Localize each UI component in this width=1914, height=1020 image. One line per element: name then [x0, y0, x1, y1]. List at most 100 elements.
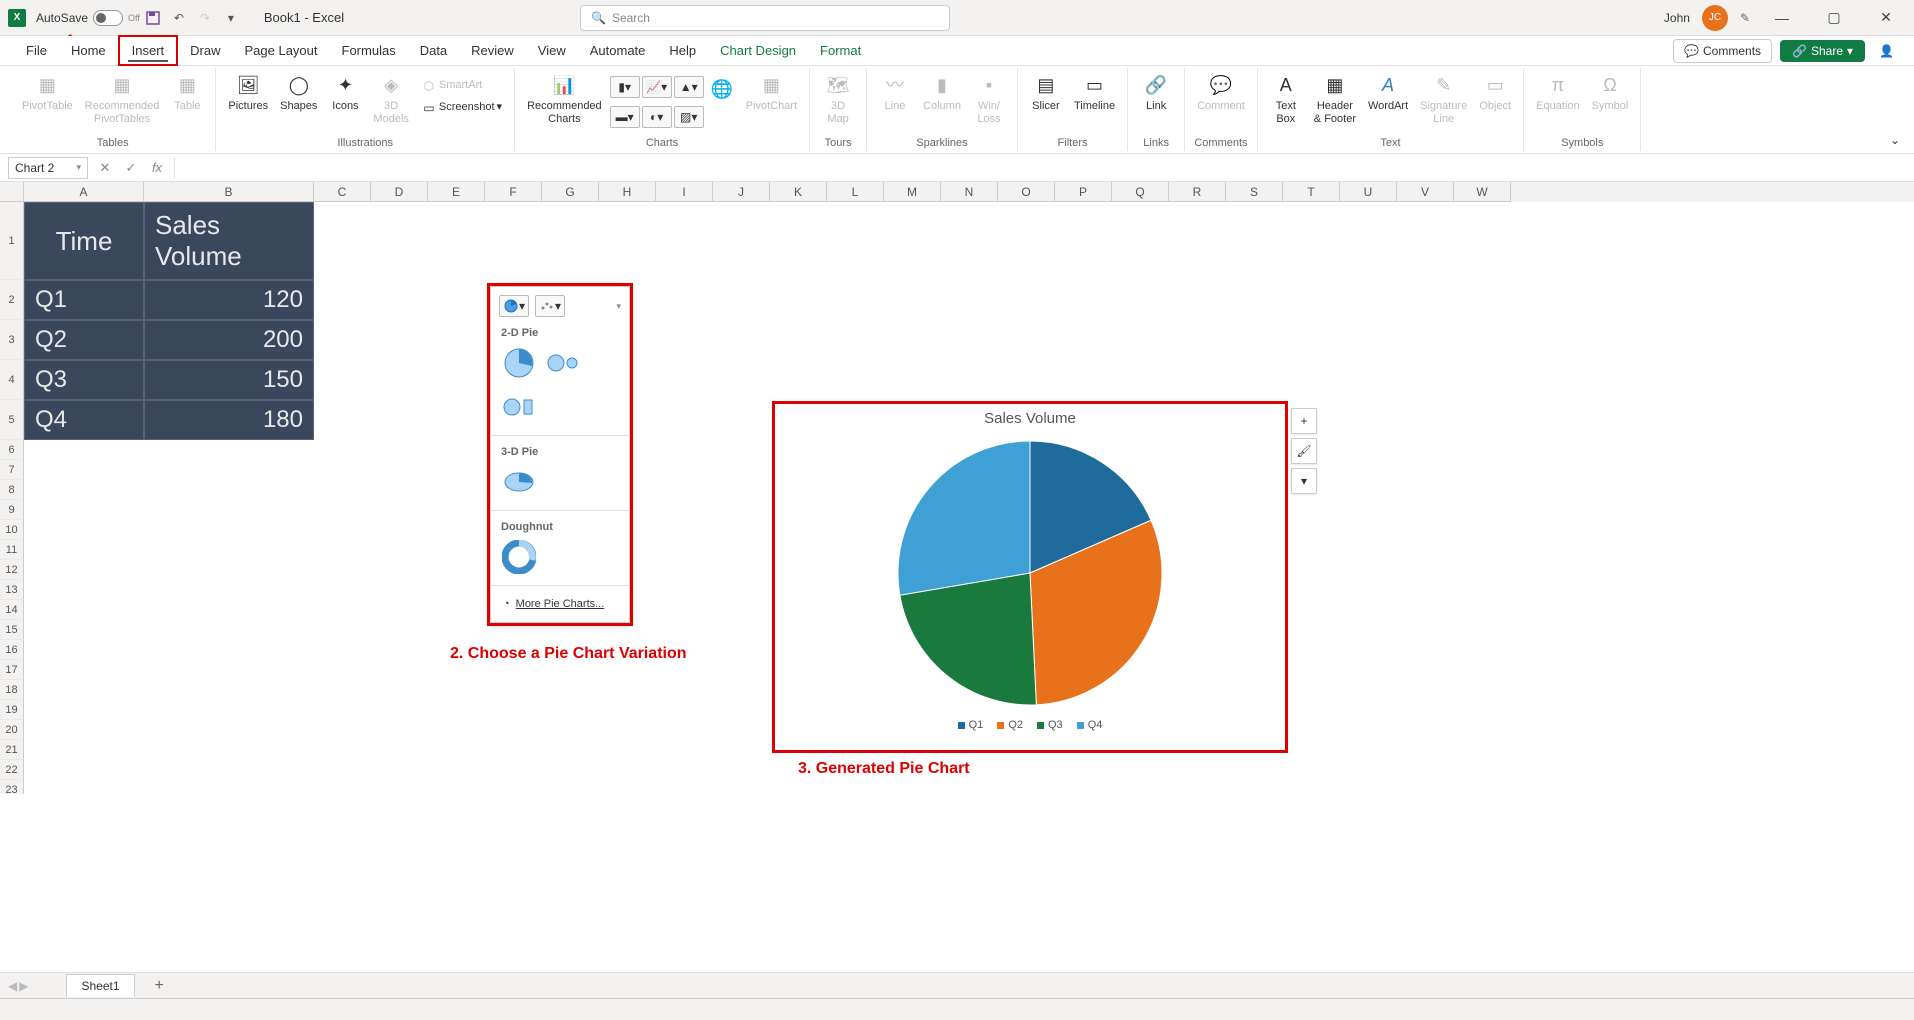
close-button[interactable]: ✕	[1866, 0, 1906, 36]
col-header[interactable]: M	[884, 182, 941, 202]
maps-button[interactable]: 🌐	[706, 76, 738, 104]
col-header[interactable]: F	[485, 182, 542, 202]
row-header[interactable]: 10	[0, 520, 24, 540]
row-header[interactable]: 23	[0, 780, 24, 794]
tab-formulas[interactable]: Formulas	[330, 37, 408, 64]
collapse-ribbon-icon[interactable]: ⌄	[1886, 68, 1904, 151]
row-header[interactable]: 12	[0, 560, 24, 580]
tab-data[interactable]: Data	[408, 37, 459, 64]
doughnut-option[interactable]	[501, 539, 537, 575]
row-header[interactable]: 18	[0, 680, 24, 700]
col-header[interactable]: D	[371, 182, 428, 202]
sparkline-line-button[interactable]: 〰Line	[875, 72, 915, 115]
col-header[interactable]: B	[144, 182, 314, 202]
row-header[interactable]: 6	[0, 440, 24, 460]
textbox-button[interactable]: AText Box	[1266, 72, 1306, 128]
tab-insert[interactable]: Insert	[118, 35, 179, 66]
3dmap-button[interactable]: 🗺3D Map	[818, 72, 858, 128]
pie-chart-plot[interactable]	[890, 433, 1170, 713]
link-button[interactable]: 🔗Link	[1136, 72, 1176, 115]
row-header[interactable]: 22	[0, 760, 24, 780]
row-header[interactable]: 19	[0, 700, 24, 720]
maximize-button[interactable]: ▢	[1814, 0, 1854, 36]
screenshot-button[interactable]: ▭Screenshot ▾	[417, 98, 506, 118]
sheet-tab[interactable]: Sheet1	[66, 974, 134, 997]
bar-of-pie-option[interactable]	[501, 389, 537, 425]
row-header[interactable]: 3	[0, 320, 24, 360]
pivotchart-button[interactable]: ▦PivotChart	[742, 72, 801, 115]
tab-home[interactable]: Home	[59, 37, 118, 64]
table-cell-value[interactable]: 180	[144, 400, 314, 440]
row-header[interactable]: 21	[0, 740, 24, 760]
account-icon[interactable]: 👤	[1873, 44, 1900, 58]
toggle-icon[interactable]	[93, 10, 123, 26]
object-button[interactable]: ▭Object	[1475, 72, 1515, 115]
formula-bar[interactable]	[174, 157, 1914, 179]
col-header[interactable]: W	[1454, 182, 1511, 202]
col-header[interactable]: U	[1340, 182, 1397, 202]
tab-view[interactable]: View	[526, 37, 578, 64]
pivottable-button[interactable]: ▦PivotTable	[18, 72, 77, 115]
tab-page-layout[interactable]: Page Layout	[233, 37, 330, 64]
row-header[interactable]: 7	[0, 460, 24, 480]
tab-review[interactable]: Review	[459, 37, 526, 64]
3dmodels-button[interactable]: ◈3D Models	[369, 72, 412, 128]
enter-formula-icon[interactable]: ✓	[120, 157, 142, 179]
tab-file[interactable]: File	[14, 37, 59, 64]
sheet-prev-icon[interactable]: ◀	[8, 979, 17, 993]
share-button[interactable]: 🔗 Share ▾	[1780, 40, 1865, 62]
col-header[interactable]: L	[827, 182, 884, 202]
col-header[interactable]: O	[998, 182, 1055, 202]
autosave-toggle[interactable]: AutoSave Off	[36, 10, 140, 26]
table-cell-value[interactable]: 200	[144, 320, 314, 360]
chart-legend[interactable]: Q1Q2Q3Q4	[775, 713, 1285, 737]
col-header[interactable]: I	[656, 182, 713, 202]
tab-format[interactable]: Format	[808, 37, 873, 64]
row-header[interactable]: 5	[0, 400, 24, 440]
search-input[interactable]: 🔍 Search	[580, 5, 950, 31]
col-header[interactable]: G	[542, 182, 599, 202]
sparkline-column-button[interactable]: ▮Column	[919, 72, 965, 115]
table-cell-value[interactable]: 120	[144, 280, 314, 320]
symbol-button[interactable]: ΩSymbol	[1588, 72, 1633, 115]
spreadsheet-grid[interactable]: ABCDEFGHIJKLMNOPQRSTUVW 1234567891011121…	[0, 182, 1914, 794]
row-header[interactable]: 15	[0, 620, 24, 640]
row-header[interactable]: 1	[0, 202, 24, 280]
legend-item[interactable]: Q3	[1037, 719, 1063, 731]
col-header[interactable]: T	[1283, 182, 1340, 202]
redo-icon[interactable]: ↷	[195, 8, 215, 28]
select-all-corner[interactable]	[0, 182, 24, 202]
table-cell-time[interactable]: Q2	[24, 320, 144, 360]
qat-dropdown-icon[interactable]: ▾	[221, 8, 241, 28]
signature-button[interactable]: ✎Signature Line	[1416, 72, 1471, 128]
chart-filters-button[interactable]: ▾	[1291, 468, 1317, 494]
tab-chart-design[interactable]: Chart Design	[708, 37, 808, 64]
tab-automate[interactable]: Automate	[578, 37, 658, 64]
icons-button[interactable]: ✦Icons	[325, 72, 365, 115]
name-box[interactable]: Chart 2▾	[8, 157, 88, 179]
col-header[interactable]: V	[1397, 182, 1454, 202]
area-chart-button[interactable]: ▲▾	[674, 76, 704, 98]
row-header[interactable]: 13	[0, 580, 24, 600]
table-cell-time[interactable]: Q3	[24, 360, 144, 400]
headerfooter-button[interactable]: ▦Header & Footer	[1310, 72, 1360, 128]
pictures-button[interactable]: 🖼Pictures	[224, 72, 272, 115]
legend-item[interactable]: Q4	[1077, 719, 1103, 731]
pie-3d-option[interactable]	[501, 464, 537, 500]
cancel-formula-icon[interactable]: ✕	[94, 157, 116, 179]
col-header[interactable]: A	[24, 182, 144, 202]
col-header[interactable]: N	[941, 182, 998, 202]
col-header[interactable]: H	[599, 182, 656, 202]
combo-chart-button[interactable]: ▨▾	[674, 106, 704, 128]
col-header[interactable]: P	[1055, 182, 1112, 202]
sheet-next-icon[interactable]: ▶	[19, 979, 28, 993]
table-cell-value[interactable]: 150	[144, 360, 314, 400]
equation-button[interactable]: πEquation	[1532, 72, 1583, 115]
col-header[interactable]: E	[428, 182, 485, 202]
row-header[interactable]: 11	[0, 540, 24, 560]
col-header[interactable]: K	[770, 182, 827, 202]
row-header[interactable]: 17	[0, 660, 24, 680]
column-chart-button[interactable]: ▮▾	[610, 76, 640, 98]
timeline-button[interactable]: ▭Timeline	[1070, 72, 1119, 115]
recommended-charts-button[interactable]: 📊Recommended Charts	[523, 72, 606, 128]
